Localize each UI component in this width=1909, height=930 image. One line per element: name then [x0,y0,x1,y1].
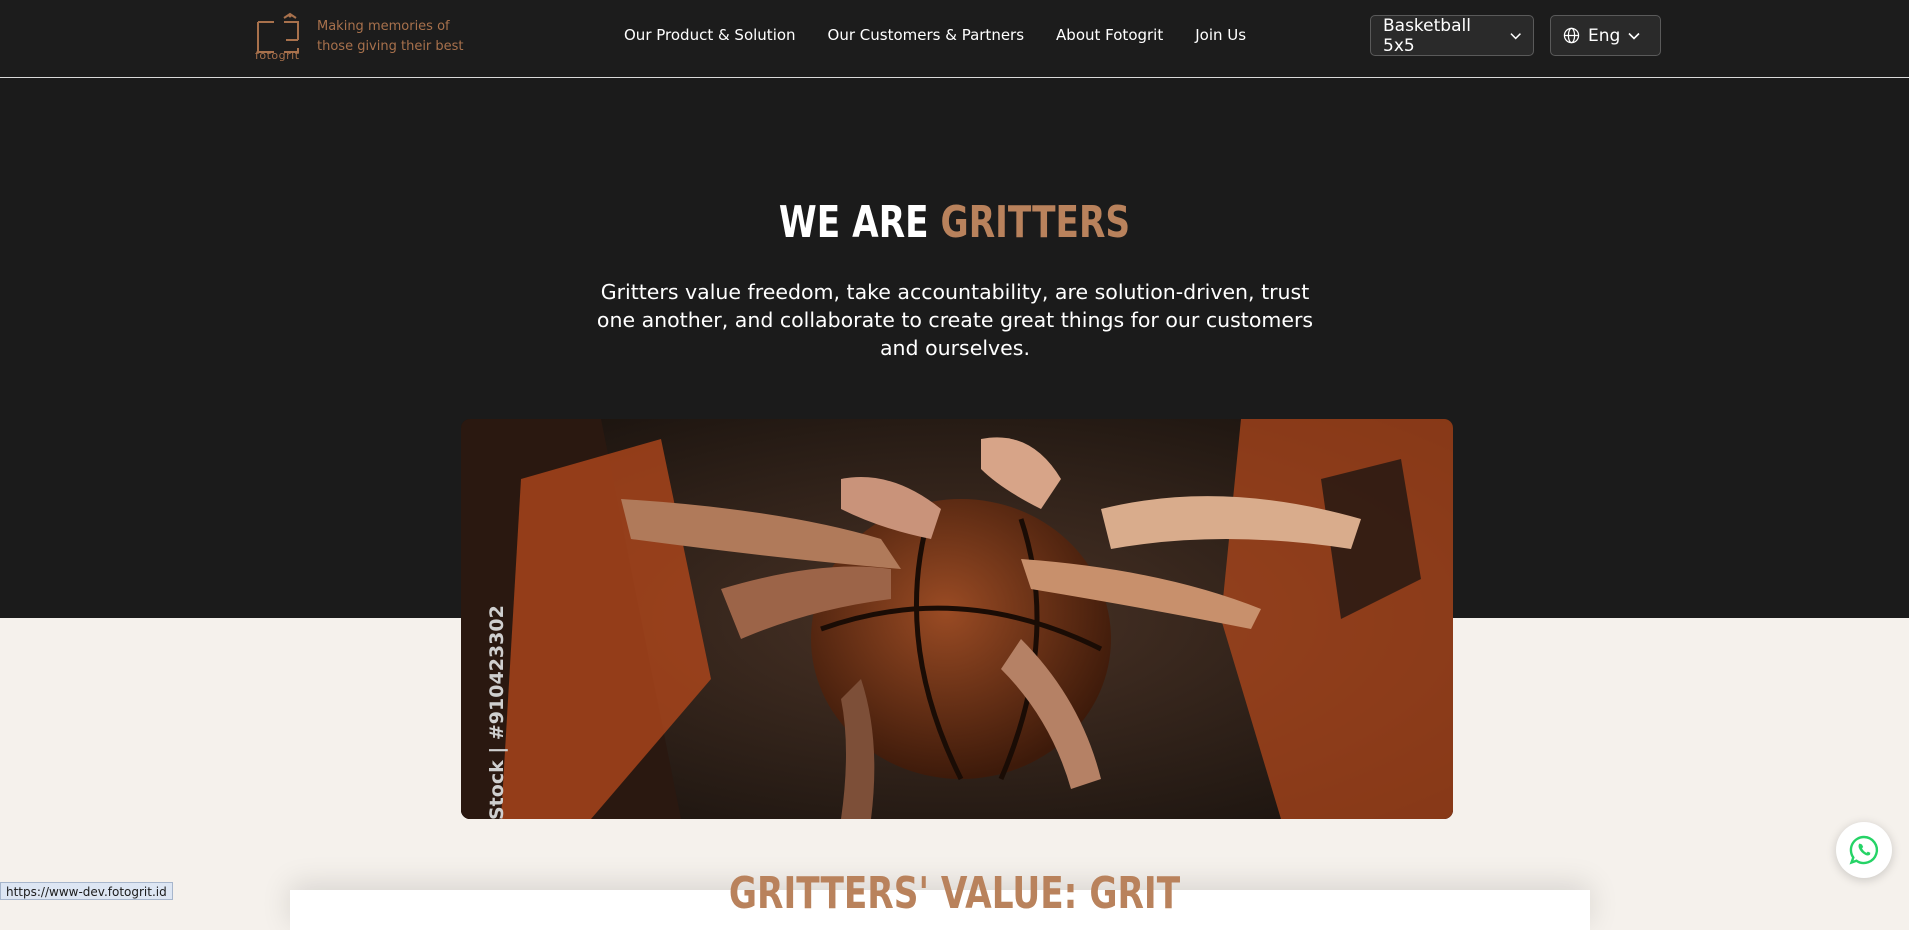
main-nav: Our Product & Solution Our Customers & P… [624,26,1246,44]
globe-icon [1563,27,1580,44]
image-stock-label: Stock | #910423302 [486,605,508,820]
nav-customers-partners[interactable]: Our Customers & Partners [828,26,1025,44]
language-selector[interactable]: Eng [1550,15,1661,56]
site-header: fotogrit Making memories of those giving… [0,0,1909,78]
sport-selector-label: Basketball 5x5 [1383,15,1471,56]
values-section-title: GRITTERS' VALUE: GRIT [728,868,1181,919]
sport-selector[interactable]: Basketball 5x5 [1370,15,1534,56]
language-selector-label: Eng [1588,25,1621,46]
logo-wordmark: fotogrit [255,49,300,62]
brand-tagline: Making memories of those giving their be… [317,19,464,54]
hero-title-white: WE ARE [778,197,929,248]
chevron-down-icon [1510,32,1521,39]
status-bar-url: https://www-dev.fotogrit.id [0,882,173,900]
team-hands-on-basketball-image [461,419,1453,819]
nav-join-us[interactable]: Join Us [1195,26,1246,44]
nav-product-solution[interactable]: Our Product & Solution [624,26,796,44]
whatsapp-icon [1849,835,1879,865]
hero-subtitle: Gritters value freedom, take accountabil… [596,280,1314,360]
hero-title: WE ARE GRITTERS [210,197,1699,248]
nav-about-fotogrit[interactable]: About Fotogrit [1056,26,1163,44]
chevron-down-icon [1628,32,1640,40]
whatsapp-button[interactable] [1836,822,1892,878]
hero-title-accent: GRITTERS [940,197,1131,248]
